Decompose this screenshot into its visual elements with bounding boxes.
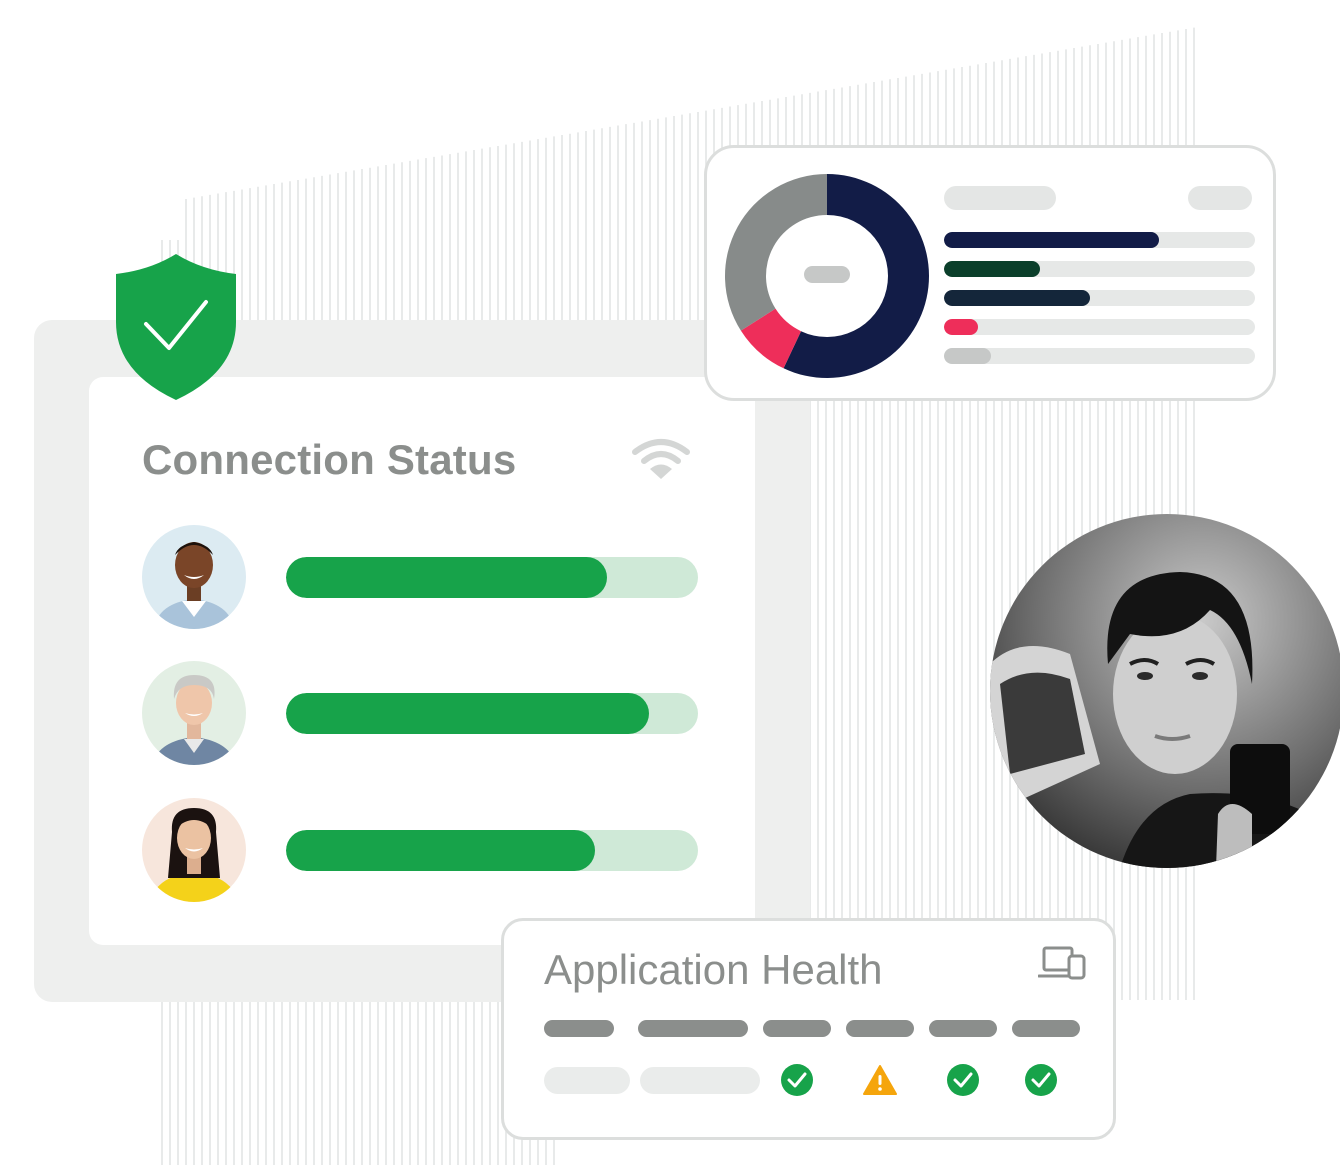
check-circle-icon xyxy=(947,1064,979,1096)
connection-bar-fill-3 xyxy=(286,830,595,871)
donut-chart xyxy=(725,174,929,378)
shield-check-icon xyxy=(116,254,236,400)
user-avatar-1 xyxy=(142,525,246,629)
donut-segment-3 xyxy=(725,174,827,331)
analytics-row-5 xyxy=(944,348,1255,364)
health-header-bar-6 xyxy=(1012,1020,1080,1037)
health-header-bar-1 xyxy=(544,1020,614,1037)
health-header-bar-4 xyxy=(846,1020,914,1037)
connection-bar-3 xyxy=(286,830,698,871)
officer-photo xyxy=(990,514,1340,868)
connection-status-title: Connection Status xyxy=(142,436,517,483)
application-health-title: Application Health xyxy=(544,946,883,993)
devices-icon xyxy=(1038,946,1086,980)
health-header-bar-5 xyxy=(929,1020,997,1037)
analytics-header-pill xyxy=(944,186,1056,210)
connection-bar-1 xyxy=(286,557,698,598)
connection-bar-fill-2 xyxy=(286,693,649,734)
analytics-row-1 xyxy=(944,232,1255,248)
analytics-row-3 xyxy=(944,290,1255,306)
warning-triangle-icon xyxy=(863,1065,897,1095)
health-row-label-2 xyxy=(640,1067,760,1094)
analytics-row-2 xyxy=(944,261,1255,277)
connection-bar-2 xyxy=(286,693,698,734)
health-header-bar-3 xyxy=(763,1020,831,1037)
health-header-bar-2 xyxy=(638,1020,748,1037)
user-avatar-2 xyxy=(142,661,246,765)
analytics-row-fill-2 xyxy=(944,261,1041,277)
analytics-row-fill-1 xyxy=(944,232,1159,248)
wifi-icon xyxy=(632,439,690,479)
check-circle-icon xyxy=(1025,1064,1057,1096)
health-row-label-1 xyxy=(544,1067,630,1094)
user-avatar-3 xyxy=(142,798,246,902)
analytics-row-fill-5 xyxy=(944,348,991,364)
donut-center-label xyxy=(804,266,850,283)
analytics-header-pill-small xyxy=(1188,186,1252,210)
analytics-row-fill-3 xyxy=(944,290,1091,306)
analytics-row-fill-4 xyxy=(944,319,979,335)
check-circle-icon xyxy=(781,1064,813,1096)
analytics-row-4 xyxy=(944,319,1255,335)
connection-bar-fill-1 xyxy=(286,557,608,598)
